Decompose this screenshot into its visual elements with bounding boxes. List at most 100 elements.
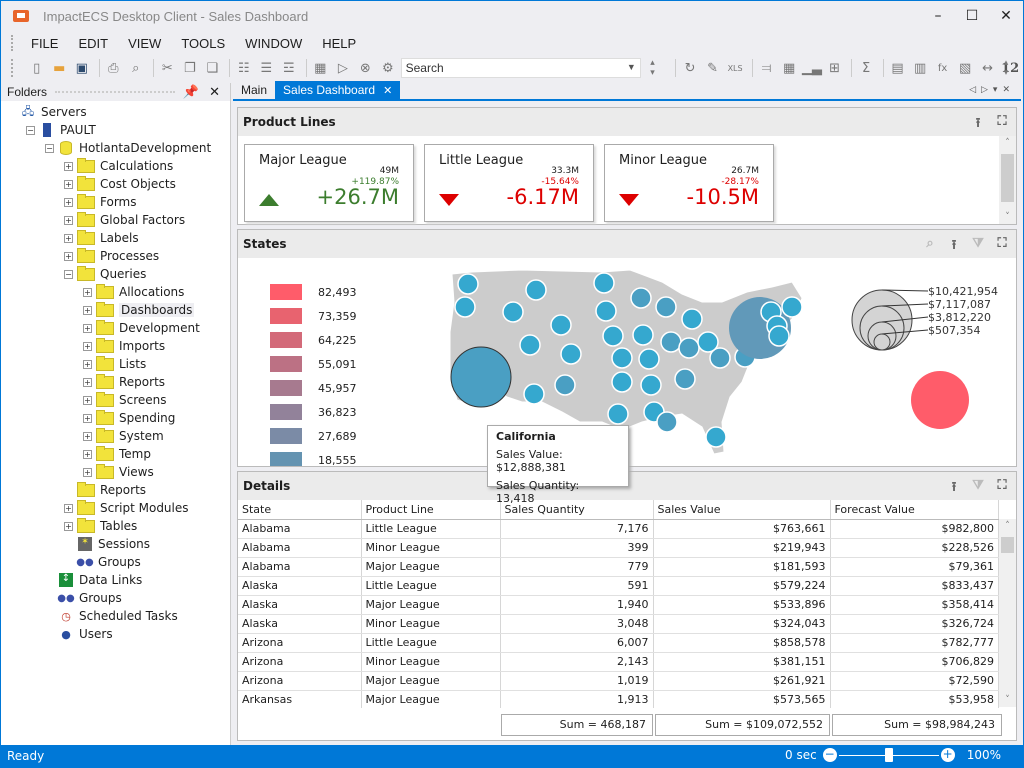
tree-node[interactable]: + Temp <box>1 445 230 463</box>
tree-node[interactable]: + Labels <box>1 229 230 247</box>
scroll-up-icon[interactable]: ˄ <box>999 138 1016 148</box>
run-icon[interactable]: ▷ <box>333 59 353 77</box>
lock-table-icon[interactable]: ▥ <box>910 59 930 77</box>
table-row[interactable]: Alabama Minor League 399 $219,943 $228,526 <box>238 538 999 558</box>
minimize-button[interactable]: – <box>921 1 955 31</box>
tree-node[interactable]: + Allocations <box>1 283 230 301</box>
close-button[interactable]: ✕ <box>989 1 1023 31</box>
new-icon[interactable]: ▯ <box>27 59 47 77</box>
tree-node[interactable]: Reports <box>1 481 230 499</box>
tree-node[interactable]: + Tables <box>1 517 230 535</box>
clear-filter-icon[interactable]: ⧩ <box>970 236 986 258</box>
tree-node[interactable]: + Cost Objects <box>1 175 230 193</box>
close-tab-icon[interactable]: ✕ <box>383 84 392 97</box>
table-row[interactable]: Arizona Little League 6,007 $858,578 $782,77… <box>238 633 999 653</box>
calculator-icon[interactable]: ▦ <box>311 59 331 77</box>
expand-icon[interactable]: + <box>83 449 92 459</box>
export-icon[interactable]: ⭱ <box>946 478 962 500</box>
column-header[interactable]: State <box>238 500 362 520</box>
expand-icon[interactable]: + <box>64 215 73 225</box>
tree-node[interactable]: + Development <box>1 319 230 337</box>
table-field-icon[interactable]: ▧ <box>955 59 975 77</box>
table-row[interactable]: Alaska Major League 1,940 $533,896 $358,414 <box>238 595 999 615</box>
menu-tools[interactable]: TOOLS <box>181 36 225 51</box>
expand-icon[interactable]: + <box>64 233 73 243</box>
expand-icon[interactable]: + <box>83 395 92 405</box>
export-xlsx-icon[interactable]: XLS <box>725 59 745 77</box>
maximize-icon[interactable]: ⛶ <box>994 114 1010 136</box>
tab-sales-dashboard[interactable]: Sales Dashboard ✕ <box>275 81 401 99</box>
cut-icon[interactable]: ✂ <box>158 59 178 77</box>
export-icon[interactable]: ⭱ <box>946 236 962 258</box>
pin-icon[interactable]: 📌 <box>183 84 199 100</box>
table-row[interactable]: Alabama Little League 7,176 $763,661 $982,80… <box>238 519 999 539</box>
expand-icon[interactable]: + <box>64 503 73 513</box>
tree-node[interactable]: ↕ Data Links <box>1 571 230 589</box>
kpi-card[interactable]: Major League 49M +119.87% +26.7M <box>244 144 414 222</box>
table-row[interactable]: Arizona Minor League 2,143 $381,151 $706,829 <box>238 652 999 672</box>
menu-help[interactable]: HELP <box>322 36 356 51</box>
zoom-slider[interactable] <box>838 747 939 762</box>
tree-node[interactable]: ●● Groups <box>1 553 230 571</box>
zoom-slider-thumb[interactable] <box>884 747 893 762</box>
tree-node[interactable]: + Dashboards <box>1 301 230 319</box>
scroll-up-icon[interactable]: ˄ <box>999 521 1016 531</box>
scroll-thumb[interactable] <box>1001 154 1014 202</box>
toolbar-grip[interactable] <box>11 59 15 77</box>
collapse-icon[interactable]: − <box>45 143 54 153</box>
table-row[interactable]: Alaska Little League 591 $579,224 $833,437 <box>238 576 999 596</box>
menu-file[interactable]: FILE <box>31 36 58 51</box>
grid-icon[interactable]: ▦ <box>779 59 799 77</box>
export-icon[interactable]: ⭱ <box>970 114 986 136</box>
tree-node[interactable]: + Global Factors <box>1 211 230 229</box>
menu-edit[interactable]: EDIT <box>78 36 108 51</box>
tree-node[interactable]: ● Users <box>1 625 230 643</box>
tab-main[interactable]: Main <box>233 81 275 99</box>
sum-icon[interactable]: Σ <box>856 59 876 77</box>
collapse-icon[interactable]: − <box>26 125 35 135</box>
expand-icon[interactable]: + <box>83 359 92 369</box>
menu-window[interactable]: WINDOW <box>245 36 302 51</box>
new-document-icon[interactable]: ☰ <box>257 59 277 77</box>
column-header[interactable]: Sales Value <box>653 500 831 520</box>
tree-node[interactable]: ✶ Sessions <box>1 535 230 553</box>
column-header[interactable]: Forecast Value <box>830 500 999 520</box>
table-row[interactable]: Arkansas Major League 1,913 $573,565 $53,958 <box>238 690 999 708</box>
tree-node[interactable]: + Reports <box>1 373 230 391</box>
maximize-icon[interactable]: ⛶ <box>994 478 1010 500</box>
expand-icon[interactable]: + <box>83 341 92 351</box>
tree-node[interactable]: 🖧 Servers <box>1 103 230 121</box>
zoom-in-button[interactable]: + <box>940 748 955 762</box>
collapse-icon[interactable]: − <box>64 269 73 279</box>
expand-icon[interactable]: + <box>83 305 92 315</box>
table-row[interactable]: Arizona Major League 1,019 $261,921 $72,590 <box>238 671 999 691</box>
table-row[interactable]: Alaska Minor League 3,048 $324,043 $326,724 <box>238 614 999 634</box>
tree-node[interactable]: + Processes <box>1 247 230 265</box>
expand-icon[interactable]: + <box>83 377 92 387</box>
tree-node[interactable]: ●● Groups <box>1 589 230 607</box>
tree-node[interactable]: + System <box>1 427 230 445</box>
tree-node[interactable]: − Queries <box>1 265 230 283</box>
tree-node[interactable]: + Imports <box>1 337 230 355</box>
copy-icon[interactable]: ❐ <box>180 59 200 77</box>
search-input[interactable]: Search ▼ <box>400 58 641 78</box>
kpi-card[interactable]: Minor League 26.7M -28.17% -10.5M <box>604 144 774 222</box>
expand-icon[interactable]: + <box>83 287 92 297</box>
toolbar-overflow-icon[interactable]: ▴ ▾ <box>643 58 663 78</box>
table-row[interactable]: Alabama Major League 779 $181,593 $79,361 <box>238 557 999 577</box>
tree-node[interactable]: + Script Modules <box>1 499 230 517</box>
maximize-button[interactable]: ☐ <box>955 1 989 31</box>
maximize-icon[interactable]: ⛶ <box>994 236 1010 258</box>
query-icon[interactable]: ▤ <box>888 59 908 77</box>
tree-node[interactable]: + Views <box>1 463 230 481</box>
scroll-down-icon[interactable]: ˅ <box>999 695 1016 705</box>
scroll-thumb[interactable] <box>1001 537 1014 553</box>
expand-icon[interactable]: + <box>83 413 92 423</box>
tree-node[interactable]: − HotlantaDevelopment <box>1 139 230 157</box>
add-document-icon[interactable]: ☷ <box>234 59 254 77</box>
tree-node[interactable]: + Forms <box>1 193 230 211</box>
menu-grip[interactable] <box>11 35 15 51</box>
save-icon[interactable]: ▣ <box>72 59 92 77</box>
print-preview-icon[interactable]: ⌕ <box>126 59 146 77</box>
tree-node[interactable]: + Calculations <box>1 157 230 175</box>
